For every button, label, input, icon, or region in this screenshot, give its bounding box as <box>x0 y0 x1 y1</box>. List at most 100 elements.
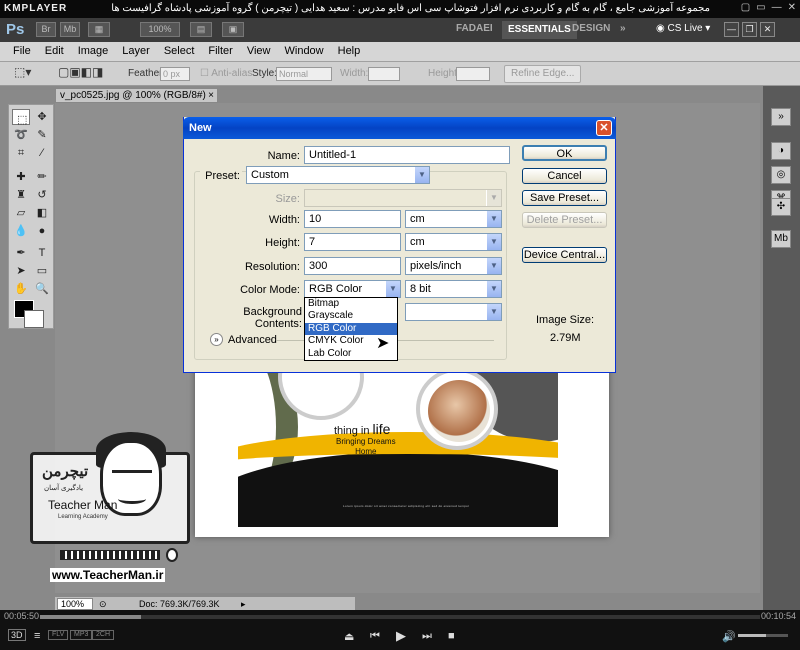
width-unit-select[interactable]: cm ▼ <box>405 210 502 228</box>
path-selection-tool-icon[interactable]: ➤ <box>12 263 30 279</box>
km-close-icon[interactable]: ✕ <box>788 2 796 13</box>
km-pin-icon[interactable]: ▢ <box>741 2 750 13</box>
clone-stamp-tool-icon[interactable]: ♜ <box>12 187 30 203</box>
marquee-tool-icon[interactable]: ⬚ <box>12 109 30 126</box>
blur-tool-icon[interactable]: 💧 <box>12 223 30 239</box>
eyedropper-tool-icon[interactable]: ⁄ <box>33 145 51 161</box>
status-arrow-icon[interactable]: ▸ <box>241 597 246 611</box>
km-minimize-icon[interactable]: ▭ <box>756 2 765 13</box>
play-icon[interactable]: ▶ <box>396 628 406 644</box>
image-canvas[interactable]: thing in life Bringing Dreams Home Lorem … <box>195 360 609 537</box>
dialog-titlebar[interactable]: New ✕ <box>183 117 616 139</box>
resolution-input[interactable]: 300 <box>304 257 401 275</box>
stop-icon[interactable]: ■ <box>448 630 455 642</box>
history-brush-tool-icon[interactable]: ↺ <box>33 187 51 203</box>
km-maximize-icon[interactable]: — <box>772 2 782 13</box>
type-tool-icon[interactable]: T <box>33 245 51 261</box>
pen-tool-icon[interactable]: ✒ <box>12 245 30 261</box>
menu-file[interactable]: File <box>6 42 38 61</box>
eraser-tool-icon[interactable]: ▱ <box>12 205 30 221</box>
size-select[interactable]: ▼ <box>304 189 502 207</box>
volume-icon[interactable]: 🔊 <box>722 630 736 643</box>
seek-progress <box>40 615 141 619</box>
paths-panel-icon[interactable]: ✣ <box>771 198 791 216</box>
height-field[interactable] <box>456 67 490 81</box>
refine-edge-button[interactable]: Refine Edge... <box>504 65 582 83</box>
width-field[interactable] <box>368 67 400 81</box>
adjustments-panel-icon[interactable]: ◎ <box>771 166 791 184</box>
save-preset-button[interactable]: Save Preset... <box>522 190 607 206</box>
menu-view[interactable]: View <box>240 42 278 61</box>
seek-bar[interactable] <box>40 615 760 619</box>
ps-close-icon[interactable]: ✕ <box>760 22 775 37</box>
workspace-essentials[interactable]: ESSENTIALS <box>502 21 577 39</box>
dialog-close-icon[interactable]: ✕ <box>596 120 612 136</box>
color-panel-icon[interactable]: ◑ <box>771 142 791 160</box>
preset-select[interactable]: Custom ▼ <box>246 166 430 184</box>
background-contents-select[interactable]: ▼ <box>405 303 502 321</box>
menu-filter[interactable]: Filter <box>201 42 239 61</box>
zoom-level-dropdown[interactable]: 100% <box>140 22 180 37</box>
quick-selection-tool-icon[interactable]: ✎ <box>33 127 51 143</box>
workspace-fadaei[interactable]: FADAEI <box>456 23 493 34</box>
workspace-design[interactable]: DESIGN <box>572 23 610 34</box>
name-input[interactable]: Untitled-1 <box>304 146 510 164</box>
color-mode-option-grayscale[interactable]: Grayscale <box>305 310 397 322</box>
ok-button[interactable]: OK <box>522 145 607 161</box>
delete-preset-button[interactable]: Delete Preset... <box>522 212 607 228</box>
minibridge-panel-icon[interactable]: Mb <box>771 230 791 248</box>
menu-help[interactable]: Help <box>331 42 368 61</box>
move-tool-icon[interactable]: ✥ <box>33 109 51 125</box>
height-unit-select[interactable]: cm ▼ <box>405 233 502 251</box>
playlist-icon[interactable]: ≡ <box>34 630 40 642</box>
menu-window[interactable]: Window <box>278 42 331 61</box>
shape-tool-icon[interactable]: ▭ <box>33 263 51 279</box>
hand-tool-icon[interactable]: ✋ <box>12 281 30 297</box>
feather-input[interactable]: 0 px <box>160 67 190 81</box>
brush-tool-icon[interactable]: ✏ <box>33 169 51 185</box>
color-mode-option-bitmap[interactable]: Bitmap <box>305 298 397 310</box>
previous-icon[interactable]: ⏮ <box>370 630 380 643</box>
menu-layer[interactable]: Layer <box>115 42 157 61</box>
status-zoom-field[interactable]: 100% <box>57 598 93 610</box>
color-mode-select[interactable]: RGB Color ▼ <box>304 280 401 298</box>
minibridge-button[interactable]: Mb <box>60 22 80 37</box>
more-workspaces-icon[interactable]: » <box>620 23 626 34</box>
height-input[interactable]: 7 <box>304 233 401 251</box>
healing-brush-tool-icon[interactable]: ✚ <box>12 169 30 185</box>
crop-tool-icon[interactable]: ⌗ <box>12 145 30 161</box>
bit-depth-select[interactable]: 8 bit ▼ <box>405 280 502 298</box>
device-central-button[interactable]: Device Central... <box>522 247 607 263</box>
3d-button[interactable]: 3D <box>8 629 26 641</box>
width-input[interactable]: 10 <box>304 210 401 228</box>
dodge-tool-icon[interactable]: ● <box>33 223 51 239</box>
screen-mode-icon[interactable]: ▣ <box>222 22 244 37</box>
menu-edit[interactable]: Edit <box>38 42 71 61</box>
ps-minimize-icon[interactable]: — <box>724 22 739 37</box>
zoom-tool-icon[interactable]: 🔍 <box>33 281 51 297</box>
volume-slider[interactable] <box>738 634 788 637</box>
antialias-checkbox[interactable]: ☐ Anti-alias <box>200 68 252 79</box>
marquee-preset-icon[interactable]: ⬚▾ <box>14 65 31 79</box>
background-color-swatch[interactable] <box>24 310 44 328</box>
lasso-tool-icon[interactable]: ➰ <box>12 127 30 143</box>
menu-select[interactable]: Select <box>157 42 202 61</box>
ps-restore-icon[interactable]: ❐ <box>742 22 757 37</box>
close-document-icon[interactable]: × <box>208 89 214 102</box>
cs-live-button[interactable]: ◉ CS Live ▾ <box>656 23 710 34</box>
gradient-tool-icon[interactable]: ◧ <box>33 205 51 221</box>
cancel-button[interactable]: Cancel <box>522 168 607 184</box>
next-icon[interactable]: ⏭ <box>422 630 432 643</box>
eject-icon[interactable]: ⏏ <box>344 630 354 643</box>
bridge-button[interactable]: Br <box>36 22 56 37</box>
selection-mode-icons[interactable]: ▢▣◧◨ <box>58 65 103 79</box>
style-select[interactable]: Normal <box>276 67 332 81</box>
panel-collapse-icon[interactable]: » <box>771 108 791 126</box>
status-menu-icon[interactable]: ⊙ <box>99 597 107 611</box>
resolution-unit-select[interactable]: pixels/inch ▼ <box>405 257 502 275</box>
advanced-expand-icon[interactable]: » <box>210 333 223 346</box>
menu-image[interactable]: Image <box>71 42 116 61</box>
arrange-documents-icon[interactable]: ▤ <box>190 22 212 37</box>
extras-icon[interactable]: ▦ <box>88 22 110 37</box>
document-tab[interactable]: v_pc0525.jpg @ 100% (RGB/8#) × <box>55 88 218 103</box>
